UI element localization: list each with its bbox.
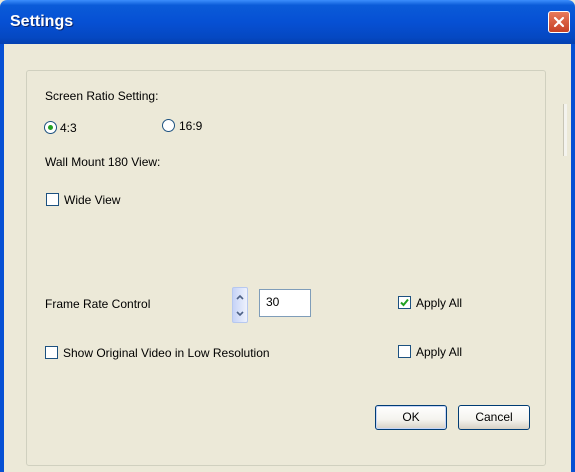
window-title: Settings — [10, 13, 74, 30]
screen-ratio-label: Screen Ratio Setting: — [45, 89, 159, 103]
cancel-button[interactable]: Cancel — [458, 405, 530, 430]
close-button[interactable] — [548, 11, 570, 33]
chevron-up-icon — [236, 294, 244, 300]
wide-view-checkbox[interactable] — [46, 193, 59, 206]
wall-mount-label: Wall Mount 180 View: — [45, 155, 161, 169]
frame-rate-apply-all-label[interactable]: Apply All — [416, 296, 462, 310]
radio-4-3[interactable] — [44, 121, 57, 134]
window-border-right — [571, 44, 575, 472]
spin-down-button[interactable] — [233, 305, 247, 322]
spin-up-button[interactable] — [233, 288, 247, 305]
frame-rate-apply-all-checkbox[interactable] — [398, 296, 411, 309]
close-icon — [553, 16, 565, 28]
checkmark-icon — [400, 298, 409, 307]
chevron-down-icon — [236, 310, 244, 316]
scroll-notch — [563, 104, 567, 156]
low-res-label[interactable]: Show Original Video in Low Resolution — [63, 346, 270, 360]
frame-rate-input[interactable]: 30 — [259, 289, 311, 317]
ok-button[interactable]: OK — [375, 405, 447, 430]
title-bar[interactable]: Settings — [0, 0, 575, 44]
low-res-checkbox[interactable] — [45, 346, 58, 359]
radio-16-9-label[interactable]: 16:9 — [179, 119, 202, 133]
settings-dialog: Settings Screen Ratio Setting: 4:3 16:9 … — [0, 0, 575, 472]
low-res-apply-all-label[interactable]: Apply All — [416, 345, 462, 359]
radio-16-9[interactable] — [162, 119, 175, 132]
wide-view-label[interactable]: Wide View — [64, 193, 120, 207]
low-res-apply-all-checkbox[interactable] — [398, 345, 411, 358]
radio-4-3-label[interactable]: 4:3 — [60, 121, 77, 135]
frame-rate-spinner[interactable] — [232, 287, 248, 323]
radio-selected-dot — [48, 125, 53, 130]
frame-rate-label: Frame Rate Control — [45, 297, 151, 311]
